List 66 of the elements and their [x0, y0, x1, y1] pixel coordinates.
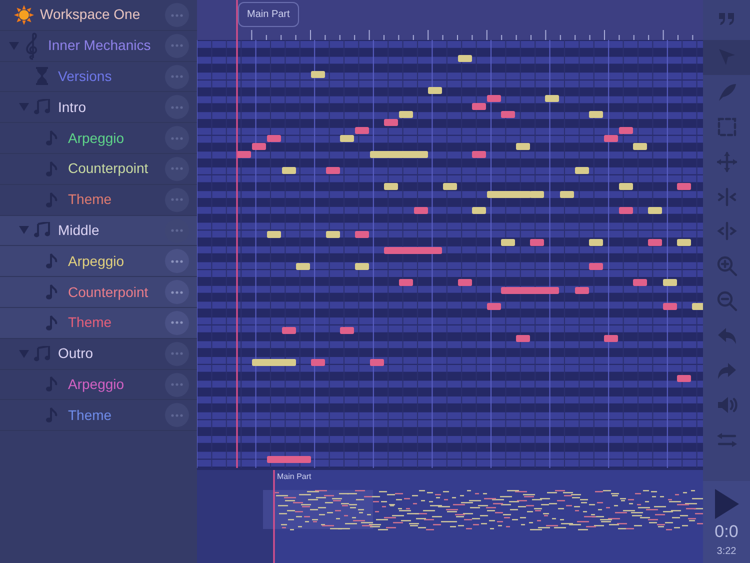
- more-button[interactable]: [165, 95, 189, 120]
- more-button[interactable]: [165, 64, 189, 89]
- tree-item-label[interactable]: Counterpoint: [68, 158, 148, 180]
- ellipsis-icon: [171, 352, 183, 356]
- beamed-notes-icon: [34, 222, 50, 238]
- ellipsis-icon: [171, 106, 183, 109]
- selection-icon: [716, 116, 738, 138]
- playhead-line[interactable]: [236, 0, 238, 468]
- music-note-icon: [46, 376, 58, 392]
- ellipsis-icon: [171, 383, 183, 386]
- workspace-title[interactable]: Workspace One: [40, 4, 140, 26]
- more-button[interactable]: [165, 156, 189, 181]
- play-button[interactable]: [714, 488, 738, 518]
- expand-triangle-icon[interactable]: [19, 226, 29, 234]
- current-time: 0:0: [714, 520, 738, 542]
- ellipsis-icon: [171, 136, 183, 140]
- tree-item-label[interactable]: Arpeggio: [68, 374, 124, 395]
- stretch-icon: [716, 220, 738, 242]
- beamed-notes-icon: [34, 346, 50, 362]
- music-note-icon: [46, 314, 58, 331]
- total-duration: 3:22: [716, 545, 736, 559]
- tree-item-label[interactable]: Theme: [68, 189, 112, 210]
- tree-item-label[interactable]: Intro: [58, 96, 86, 118]
- ellipsis-icon: [171, 75, 183, 78]
- music-note-icon: [46, 253, 58, 270]
- more-button[interactable]: [165, 280, 189, 304]
- more-button[interactable]: [165, 342, 189, 366]
- music-note-icon: [46, 192, 58, 208]
- tree-item-label[interactable]: Theme: [68, 404, 112, 426]
- zoom-in-icon: [716, 255, 738, 278]
- ellipsis-icon: [171, 44, 183, 48]
- ellipsis-icon: [171, 260, 183, 263]
- more-button[interactable]: [165, 249, 189, 274]
- squeeze-icon: [716, 186, 738, 208]
- ellipsis-icon: [171, 290, 183, 294]
- more-button[interactable]: [165, 126, 189, 150]
- more-button[interactable]: [165, 310, 189, 335]
- more-button[interactable]: [165, 403, 189, 428]
- ellipsis-icon: [171, 198, 183, 202]
- ellipsis-icon: [171, 14, 183, 16]
- piano-roll-drawing[interactable]: [197, 40, 703, 468]
- more-button[interactable]: [165, 3, 189, 27]
- music-note-icon: [46, 160, 58, 177]
- music-note-icon: [46, 284, 58, 300]
- sun-icon: [14, 4, 34, 26]
- tree-item-label[interactable]: Middle: [58, 220, 100, 241]
- music-note-icon: [46, 407, 58, 424]
- part-label[interactable]: Main Part: [238, 2, 299, 27]
- tree-item-label[interactable]: Outro: [58, 343, 94, 364]
- tree-item-label[interactable]: Arpeggio: [68, 250, 124, 272]
- ellipsis-icon: [171, 167, 183, 170]
- more-button[interactable]: [165, 372, 189, 397]
- move-icon: [716, 150, 738, 173]
- music-note-icon: [46, 130, 58, 146]
- ellipsis-icon: [171, 229, 183, 232]
- tree-item-label[interactable]: Arpeggio: [68, 128, 124, 149]
- zoom-out-icon: [716, 290, 738, 312]
- part-label: Main Part: [277, 471, 312, 483]
- ellipsis-icon: [171, 414, 183, 417]
- play-icon: [714, 488, 738, 518]
- beamed-notes-icon: [34, 99, 50, 116]
- more-button[interactable]: [165, 34, 189, 58]
- more-button[interactable]: [165, 188, 189, 212]
- ellipsis-icon: [171, 321, 183, 324]
- tree-item-label[interactable]: Inner Mechanics: [48, 35, 151, 56]
- tool-button[interactable]: [703, 40, 750, 75]
